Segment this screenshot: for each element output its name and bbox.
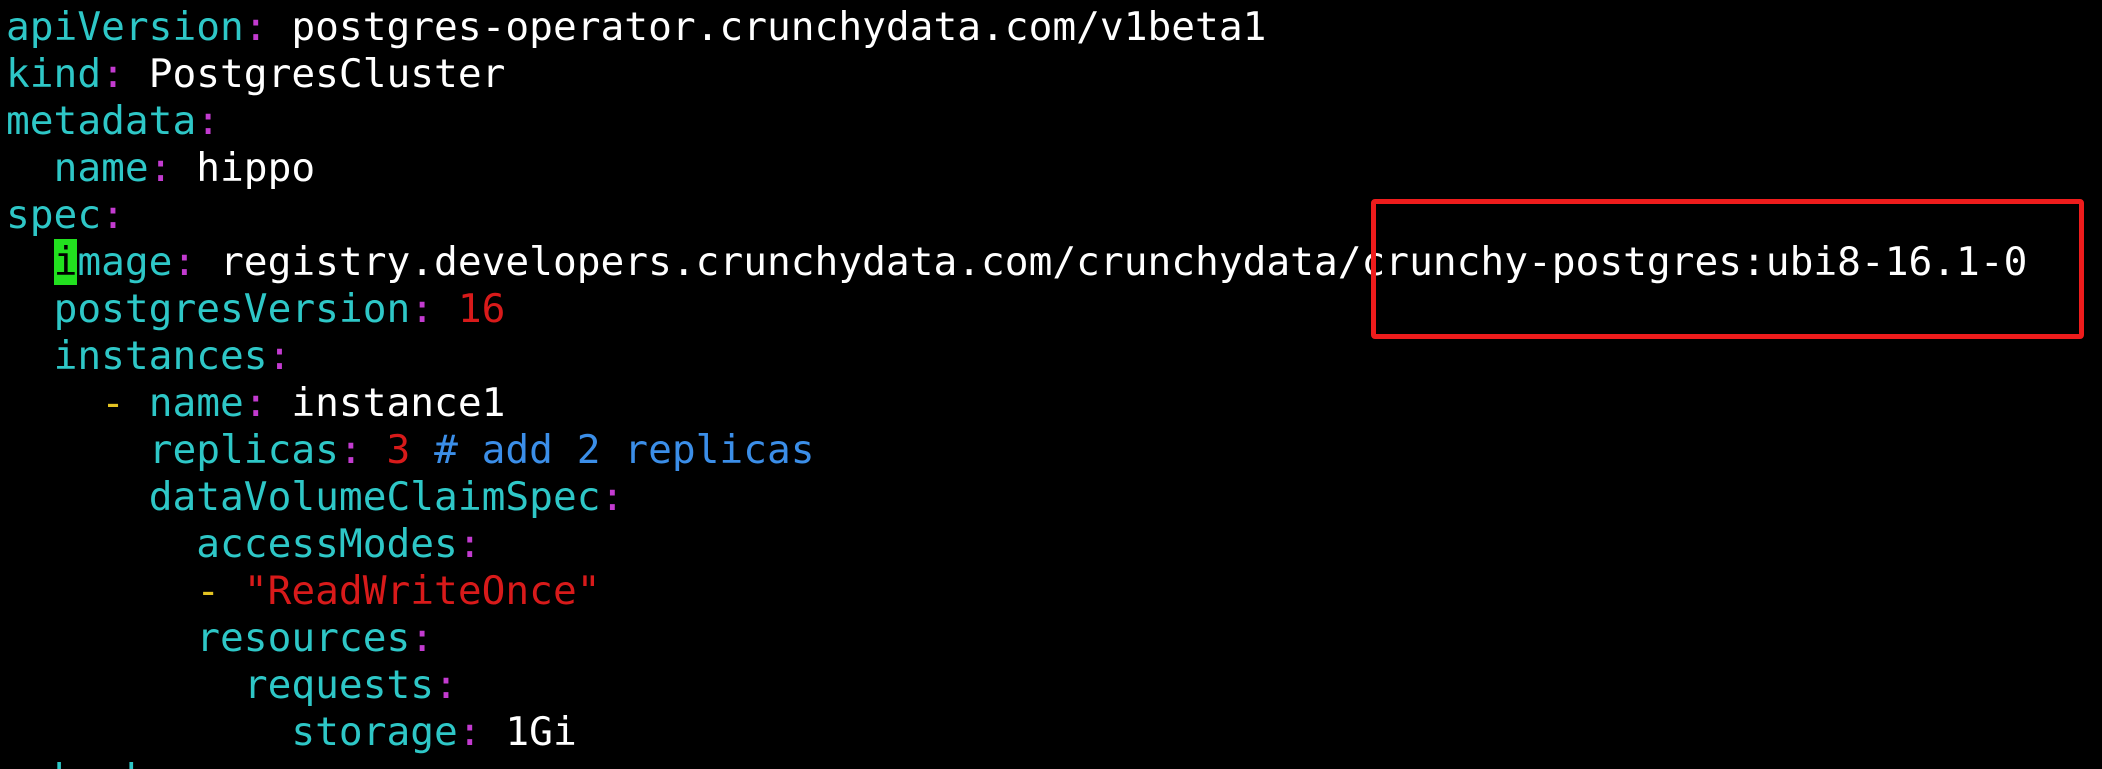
yaml-line-apiversion: apiVersion: postgres-operator.crunchydat…: [6, 4, 1267, 50]
yaml-line-resources: resources:: [196, 615, 435, 661]
yaml-key: kind: [6, 51, 102, 97]
yaml-dash: -: [196, 568, 244, 614]
yaml-value: PostgresCluster: [148, 51, 506, 97]
terminal-editor[interactable]: apiVersion: postgres-operator.crunchydat…: [0, 0, 2102, 769]
yaml-value: 3: [386, 427, 411, 473]
yaml-key: dataVolumeClaimSpec: [148, 474, 601, 520]
yaml-key: name: [53, 145, 149, 191]
yaml-key: metadata: [6, 98, 197, 144]
yaml-value: 16: [457, 286, 506, 332]
yaml-key: replicas: [148, 427, 339, 473]
yaml-line-requests: requests:: [243, 662, 458, 708]
yaml-line-instance-name: - name: instance1: [101, 380, 506, 426]
yaml-key: accessModes: [196, 521, 458, 567]
yaml-key: spec: [6, 192, 102, 238]
yaml-line-kind: kind: PostgresCluster: [6, 51, 506, 97]
yaml-value: "ReadWriteOnce": [243, 568, 601, 614]
yaml-line-replicas: replicas: 3 # add 2 replicas: [148, 427, 815, 473]
yaml-value: postgres-operator.crunchydata.com/v1beta…: [291, 4, 1267, 50]
yaml-line-metadata: metadata:: [6, 98, 221, 144]
yaml-value: instance1: [291, 380, 506, 426]
yaml-key: instances: [53, 333, 268, 379]
yaml-comment: # add 2 replicas: [434, 427, 815, 473]
yaml-line-accessmodes: accessModes:: [196, 521, 482, 567]
yaml-key: mage: [77, 239, 173, 285]
text-cursor: i: [53, 239, 78, 285]
yaml-key: name: [148, 380, 244, 426]
yaml-line-postgresversion: postgresVersion: 16: [53, 286, 506, 332]
yaml-dash: -: [101, 380, 149, 426]
yaml-line-storage: storage: 1Gi: [291, 709, 577, 755]
yaml-line-instances: instances:: [53, 333, 292, 379]
yaml-key: apiVersion: [6, 4, 244, 50]
yaml-value: 1Gi: [505, 709, 577, 755]
yaml-line-image: image: registry.developers.crunchydata.c…: [53, 239, 2028, 285]
yaml-key: postgresVersion: [53, 286, 411, 332]
yaml-value: hippo: [196, 145, 316, 191]
yaml-line-spec: spec:: [6, 192, 125, 238]
yaml-line-datavolumeclaimspec: dataVolumeClaimSpec:: [148, 474, 625, 520]
yaml-value-image: registry.developers.crunchydata.com/crun…: [220, 239, 2028, 285]
yaml-key: backups: [54, 756, 220, 769]
yaml-key: resources: [196, 615, 411, 661]
yaml-key: storage: [291, 709, 458, 755]
yaml-line-access-item: - "ReadWriteOnce": [6, 568, 601, 615]
yaml-key: requests: [243, 662, 435, 708]
yaml-line-backups-partial: backups: [6, 756, 220, 769]
yaml-line-metadata-name: name: hippo: [53, 145, 316, 191]
